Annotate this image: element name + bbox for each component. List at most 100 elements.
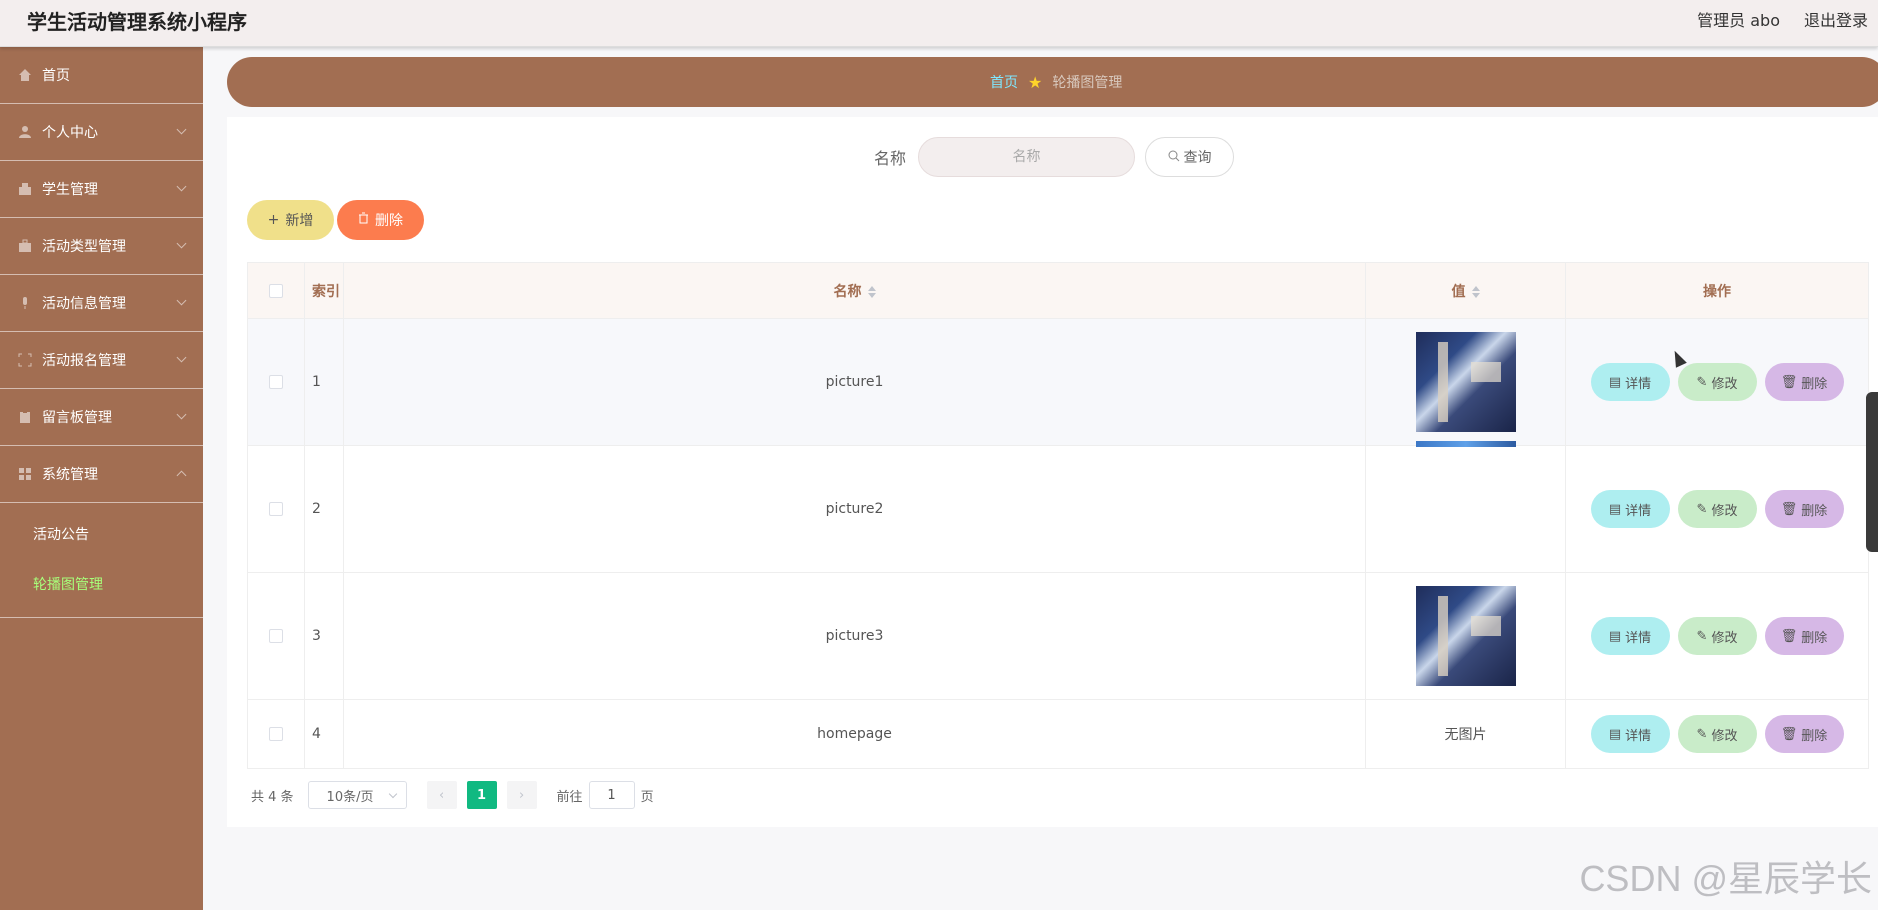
sidebar-item-label: 首页 [42,68,70,84]
detail-button[interactable]: ▤ 详情 [1590,363,1670,401]
column-value-label: 值 [1451,283,1466,300]
sidebar-item-activity-info[interactable]: 活动信息管理 [0,275,203,332]
delete-label: 删除 [1801,728,1828,744]
sort-icon[interactable] [867,285,876,298]
thumbnail-image[interactable] [1415,586,1516,686]
goto-suffix: 页 [640,789,654,805]
chevron-down-icon [176,181,187,192]
column-value[interactable]: 值 [1365,262,1566,319]
detail-button[interactable]: ▤ 详情 [1590,490,1670,528]
chevron-left-icon: ‹ [438,787,445,803]
edit-label: 修改 [1711,630,1738,646]
row-name: picture1 [343,318,1366,446]
table-header-row: 索引 名称 值 操作 [247,262,1869,319]
detail-button[interactable]: ▤ 详情 [1590,715,1670,753]
chevron-down-icon [176,238,187,249]
delete-button[interactable]: 🗑 删除 [1764,490,1844,528]
select-all-cell [247,262,305,319]
sidebar-item-system[interactable]: 系统管理 [0,446,203,503]
edit-button[interactable]: ✎ 修改 [1677,715,1757,753]
next-page-button[interactable]: › [506,781,537,809]
row-checkbox[interactable] [269,502,283,516]
chevron-down-icon [176,295,187,306]
user-area: 管理员 abo 退出登录 [1697,7,1868,31]
column-name-label: 名称 [833,283,862,300]
column-ops: 操作 [1565,262,1869,319]
chevron-down-icon [176,352,187,363]
sidebar-item-message-board[interactable]: 留言板管理 [0,389,203,446]
thumbnail-image[interactable] [1415,332,1516,432]
delete-button[interactable]: 🗑 删除 [1764,617,1844,655]
goto-page-input[interactable] [588,781,635,809]
page-size-select[interactable]: 10条/页 [307,781,407,809]
batch-delete-button[interactable]: 删除 [337,200,424,240]
delete-button[interactable]: 🗑 删除 [1764,363,1844,401]
goto-label: 前往 [556,789,583,805]
scrollbar-handle[interactable] [1866,392,1878,552]
detail-label: 详情 [1625,728,1652,744]
sidebar-item-activity-signup[interactable]: 活动报名管理 [0,332,203,389]
row-ops: ▤ 详情 ✎ 修改 🗑 删除 [1565,445,1869,573]
sidebar-item-label: 系统管理 [42,467,98,483]
select-all-checkbox[interactable] [269,283,283,298]
breadcrumb-home[interactable]: 首页 [990,72,1018,92]
row-select-cell [247,445,305,573]
row-checkbox[interactable] [269,629,283,643]
submenu-item-announcements[interactable]: 活动公告 [0,509,203,559]
delete-label: 删除 [1801,376,1828,392]
trash-icon: 🗑 [1780,726,1798,742]
row-name: picture3 [343,572,1366,700]
table-row: 3 picture3 ▤ 详情 ✎ 修改 🗑 删除 [247,572,1869,700]
page-number-current[interactable]: 1 [466,781,497,809]
chevron-down-icon [176,124,187,135]
logout-link[interactable]: 退出登录 [1804,7,1868,31]
chevron-right-icon: › [518,787,525,803]
thumbnail-image-broken[interactable] [1415,441,1516,447]
row-select-cell [247,572,305,700]
sidebar-item-students[interactable]: 学生管理 [0,161,203,218]
sidebar-item-label: 学生管理 [42,182,98,198]
column-name[interactable]: 名称 [343,262,1366,319]
search-row: 名称 查询 [874,137,1235,177]
sidebar-item-label: 活动报名管理 [42,353,126,369]
submenu-item-carousel[interactable]: 轮播图管理 [0,559,203,609]
edit-button[interactable]: ✎ 修改 [1677,490,1757,528]
prev-page-button[interactable]: ‹ [426,781,457,809]
column-index: 索引 [304,262,344,319]
add-button[interactable]: + 新增 [247,200,334,240]
pagination: 共 4 条 10条/页 ‹ 1 › 前往 页 [251,781,654,809]
action-buttons: + 新增 删除 [247,200,424,240]
trash-icon [358,212,369,228]
trash-icon: 🗑 [1780,501,1798,517]
app-title: 学生活动管理系统小程序 [27,10,247,34]
row-value [1365,572,1566,700]
grid-icon [18,467,32,481]
detail-label: 详情 [1625,503,1652,519]
table-row: 4 homepage 无图片 ▤ 详情 ✎ 修改 🗑 删除 [247,699,1869,769]
student-icon [18,182,32,196]
sidebar-item-home[interactable]: 首页 [0,47,203,104]
sidebar-item-activity-types[interactable]: 活动类型管理 [0,218,203,275]
row-select-cell [247,318,305,446]
row-checkbox[interactable] [269,375,283,389]
pencil-icon: ✎ [1696,374,1708,390]
edit-button[interactable]: ✎ 修改 [1677,363,1757,401]
row-select-cell [247,699,305,769]
edit-button[interactable]: ✎ 修改 [1677,617,1757,655]
pencil-icon: ✎ [1696,726,1708,742]
sidebar-item-label: 活动信息管理 [42,296,126,312]
search-input[interactable] [918,137,1136,177]
row-checkbox[interactable] [269,727,283,741]
chevron-down-icon [388,789,397,799]
row-value-text: 无图片 [1365,699,1566,769]
document-icon: ▤ [1608,374,1622,390]
delete-button[interactable]: 🗑 删除 [1764,715,1844,753]
detail-button[interactable]: ▤ 详情 [1590,617,1670,655]
query-button[interactable]: 查询 [1145,137,1235,177]
sort-icon[interactable] [1471,285,1480,298]
sidebar-item-label: 留言板管理 [42,410,112,426]
edit-label: 修改 [1711,376,1738,392]
chevron-up-icon [176,470,187,481]
sidebar-item-personal-center[interactable]: 个人中心 [0,104,203,161]
user-label[interactable]: 管理员 abo [1697,7,1780,31]
